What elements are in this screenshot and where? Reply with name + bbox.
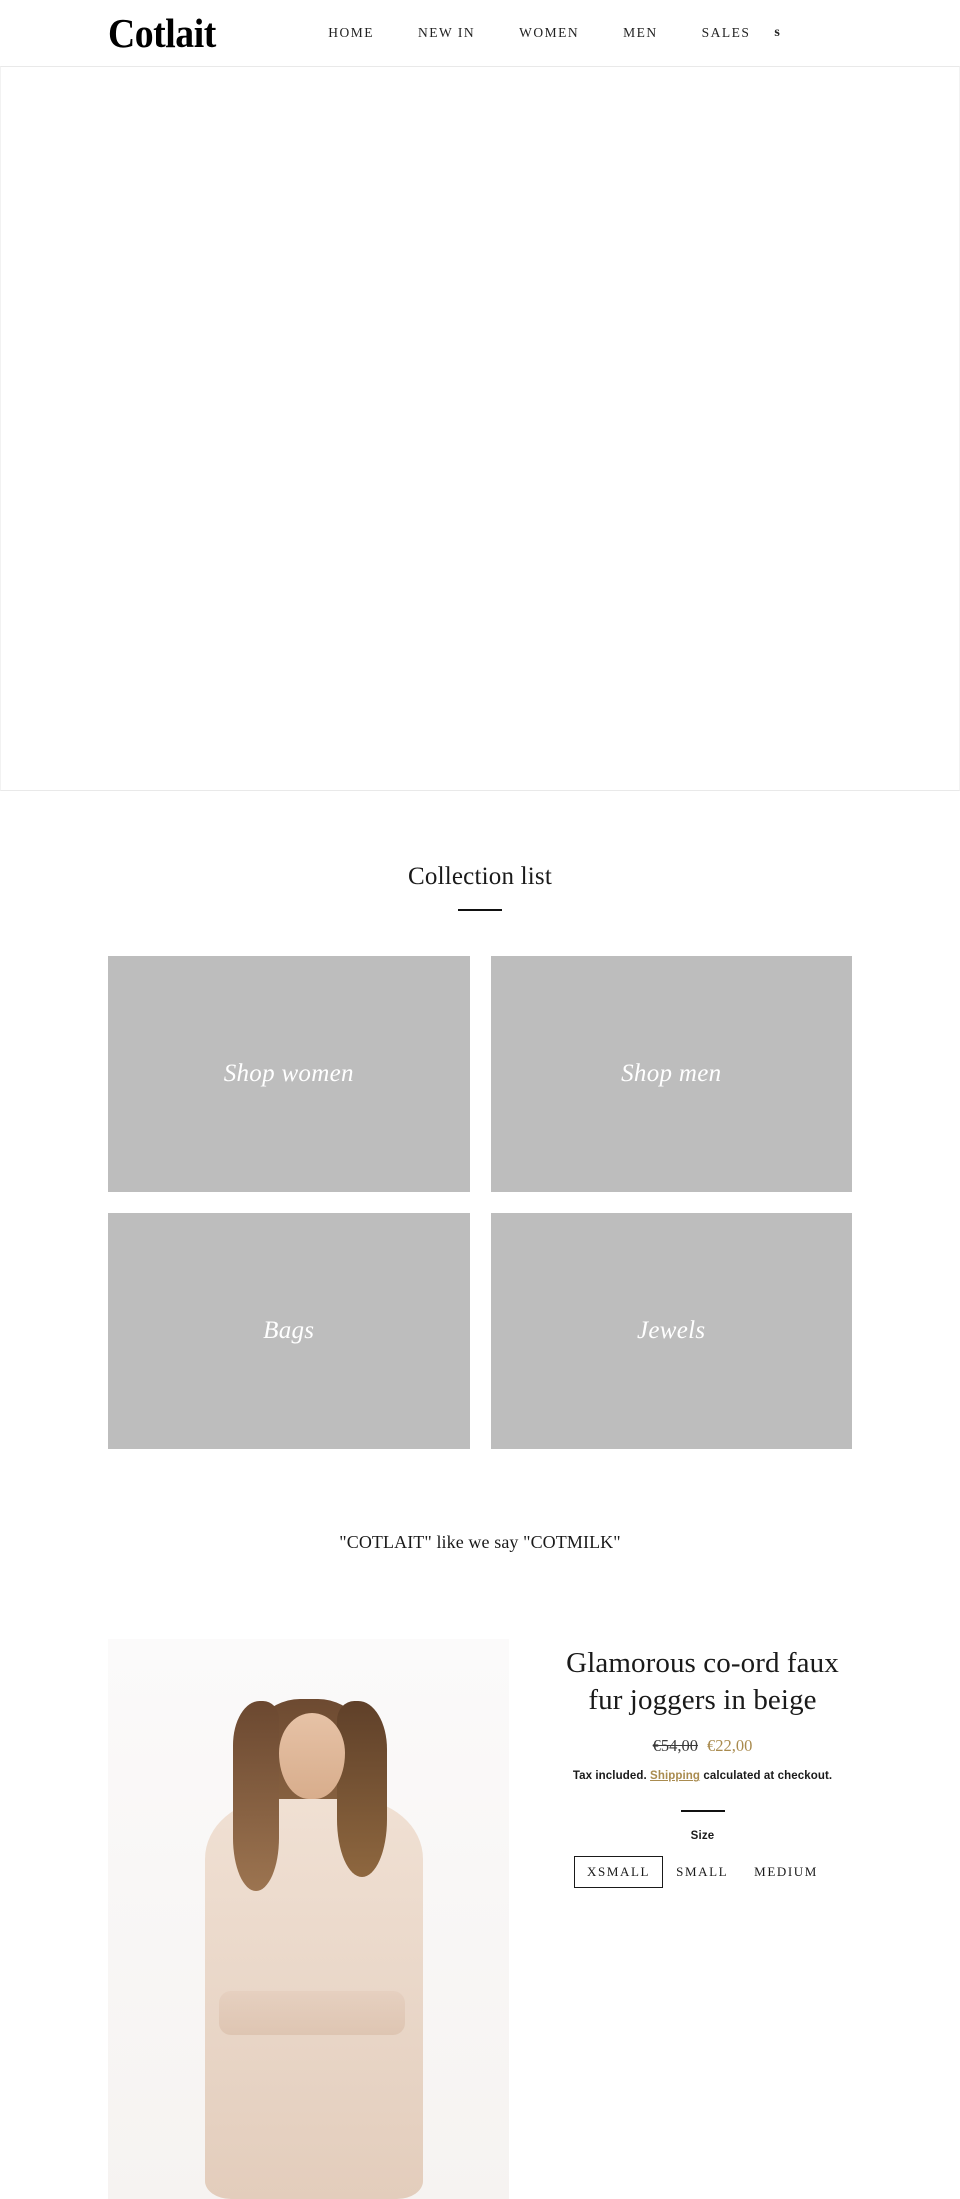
hero-slideshow[interactable] — [0, 66, 960, 791]
collection-list-section: Collection list Shop women Shop men Bags… — [0, 791, 960, 1449]
collection-card-label: Shop women — [223, 1060, 354, 1087]
collection-card-shop-men[interactable]: Shop men — [490, 956, 852, 1192]
storefront-page: Cotlait HOME NEW IN WOMEN MEN SALES s Co… — [0, 0, 960, 2199]
size-option-medium[interactable]: MEDIUM — [741, 1856, 831, 1888]
search-icon[interactable]: s — [774, 26, 779, 40]
nav-item-men[interactable]: MEN — [623, 19, 658, 47]
featured-product-section: Glamorous co-ord faux fur joggers in bei… — [108, 1639, 852, 2199]
model-face — [278, 1713, 345, 1799]
tax-note-suffix: calculated at checkout. — [700, 1770, 833, 1783]
variant-divider — [680, 1810, 725, 1813]
size-option-xsmall[interactable]: XSMALL — [574, 1856, 664, 1889]
collection-grid: Shop women Shop men Bags Jewels — [108, 956, 852, 1449]
collection-card-label: Shop men — [621, 1060, 722, 1087]
collection-card-label: Bags — [263, 1317, 315, 1344]
product-image[interactable] — [108, 1639, 509, 2199]
sale-price: €22,00 — [707, 1736, 753, 1756]
product-media — [108, 1639, 509, 2199]
tax-shipping-note: Tax included. Shipping calculated at che… — [553, 1770, 852, 1782]
site-logo[interactable]: Cotlait — [108, 12, 216, 54]
model-hair-left — [232, 1701, 279, 1891]
product-info: Glamorous co-ord faux fur joggers in bei… — [553, 1639, 852, 1889]
nav-item-women[interactable]: WOMEN — [519, 19, 579, 47]
model-garment-waist — [218, 1991, 405, 2035]
compare-at-price: €54,00 — [652, 1736, 698, 1756]
main-navigation: HOME NEW IN WOMEN MEN SALES — [328, 19, 750, 47]
collection-list-title: Collection list — [408, 863, 552, 890]
size-option-small[interactable]: SMALL — [663, 1856, 741, 1888]
header-actions: s — [774, 26, 779, 40]
size-label: Size — [690, 1830, 715, 1843]
collection-card-bags[interactable]: Bags — [108, 1213, 470, 1449]
model-hair-right — [336, 1701, 387, 1877]
site-header: Cotlait HOME NEW IN WOMEN MEN SALES s — [0, 0, 960, 66]
size-options: XSMALL SMALL MEDIUM — [553, 1856, 852, 1889]
shipping-policy-link[interactable]: Shipping — [650, 1770, 700, 1782]
nav-item-new-in[interactable]: NEW IN — [418, 19, 475, 47]
collection-card-jewels[interactable]: Jewels — [490, 1213, 852, 1449]
collection-card-label: Jewels — [637, 1317, 706, 1344]
title-divider — [458, 909, 502, 911]
nav-item-sales[interactable]: SALES — [702, 19, 751, 47]
price-row: €54,00 €22,00 — [553, 1736, 852, 1756]
nav-item-home[interactable]: HOME — [328, 19, 374, 47]
collection-card-shop-women[interactable]: Shop women — [108, 956, 470, 1192]
tax-note-prefix: Tax included. — [572, 1770, 651, 1783]
brand-tagline: "COTLAIT" like we say "COTMILK" — [339, 1532, 621, 1552]
product-title[interactable]: Glamorous co-ord faux fur joggers in bei… — [553, 1645, 852, 1719]
